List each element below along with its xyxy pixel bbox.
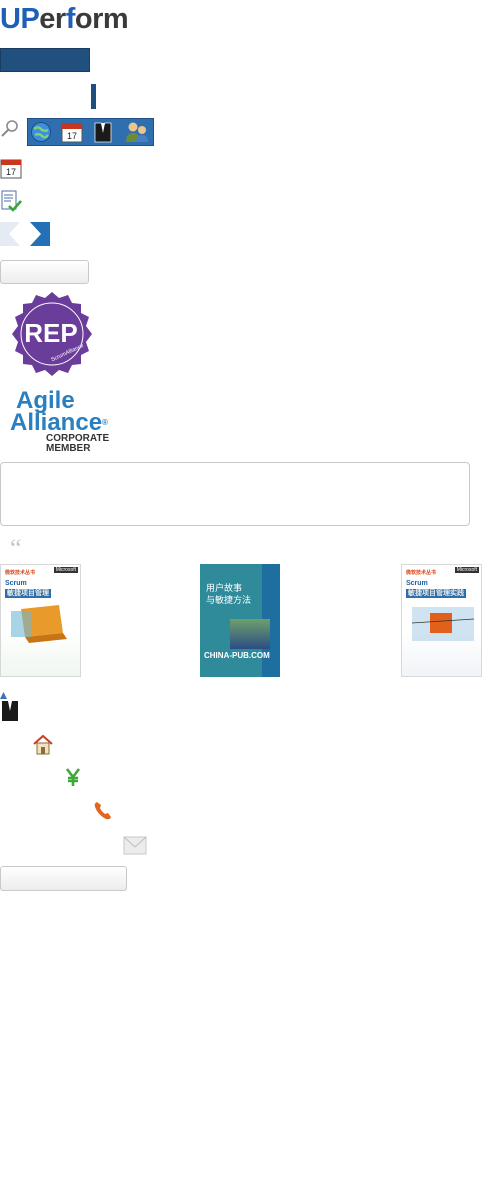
book3-series: 微软技术丛书 <box>406 570 437 576</box>
book1-series: 微软技术丛书 <box>5 570 36 576</box>
secondary-button[interactable] <box>0 260 89 284</box>
checklist-icon[interactable] <box>0 190 22 212</box>
logo-text-orm: orm <box>74 3 129 35</box>
agile-line4: MEMBER <box>46 443 91 454</box>
mail-icon[interactable] <box>123 834 147 856</box>
book-cover-1[interactable]: 微软技术丛书 Microsoft Scrum 敏捷项目管理 <box>0 564 81 677</box>
phone-icon[interactable] <box>92 799 114 821</box>
nav-marker <box>91 84 96 109</box>
book1-publisher: Microsoft <box>53 567 78 573</box>
agile-line2: Alliance <box>10 409 103 436</box>
book2-footer: CHINA-PUB.COM <box>204 651 270 660</box>
calendar-icon[interactable]: 17 <box>61 121 83 143</box>
agile-alliance-logo: Agile Alliance® CORPORATE MEMBER <box>10 389 109 454</box>
book-cover-2[interactable]: 用户故事 与敏捷方法 CHINA-PUB.COM <box>200 564 280 677</box>
chevron-left-icon[interactable] <box>0 222 20 246</box>
rep-badge: REP ScrumAlliance <box>10 292 94 376</box>
yen-icon[interactable] <box>62 766 84 788</box>
book2-title-line1: 用户故事 <box>206 583 243 593</box>
tuxedo-icon-large[interactable] <box>0 700 20 722</box>
book3-title: Scrum <box>406 580 428 587</box>
logo-text-up: UP <box>0 3 40 35</box>
chevron-right-icon[interactable] <box>30 222 50 246</box>
brand-logo[interactable]: UPerform <box>0 2 129 36</box>
secondary-button-2[interactable] <box>0 866 127 891</box>
calendar-day-text: 17 <box>67 131 77 141</box>
book3-subtitle: 敏捷项目管理实践 <box>406 589 466 598</box>
tuxedo-icon[interactable] <box>92 121 114 143</box>
quote-mark: “ <box>10 534 22 563</box>
book2-title: 用户故事 与敏捷方法 <box>206 582 251 606</box>
book1-title: Scrum <box>5 580 27 587</box>
sidebar-calendar-day-text: 17 <box>6 167 16 177</box>
book3-publisher: Microsoft <box>454 567 479 573</box>
icon-toolbar: 17 <box>27 118 154 146</box>
globe-icon[interactable] <box>30 121 52 143</box>
home-icon[interactable] <box>32 733 54 755</box>
search-icon[interactable] <box>0 118 20 140</box>
logo-text-er: er <box>39 3 66 35</box>
users-icon[interactable] <box>124 121 150 143</box>
book2-artwork <box>230 619 270 649</box>
book1-artwork <box>11 603 73 643</box>
content-box[interactable] <box>0 462 470 526</box>
sidebar-calendar-icon[interactable]: 17 <box>0 157 22 179</box>
book-cover-3[interactable]: 微软技术丛书 Microsoft Scrum 敏捷项目管理实践 <box>401 564 482 677</box>
rep-text: REP <box>24 318 77 348</box>
logo-text-f: f <box>65 3 76 35</box>
scroll-up-icon[interactable] <box>0 686 7 699</box>
primary-nav-button[interactable] <box>0 48 90 72</box>
book2-title-line2: 与敏捷方法 <box>206 595 252 605</box>
agile-reg: ® <box>102 418 108 427</box>
book1-subtitle: 敏捷项目管理 <box>5 589 51 598</box>
book3-artwork <box>411 603 475 643</box>
